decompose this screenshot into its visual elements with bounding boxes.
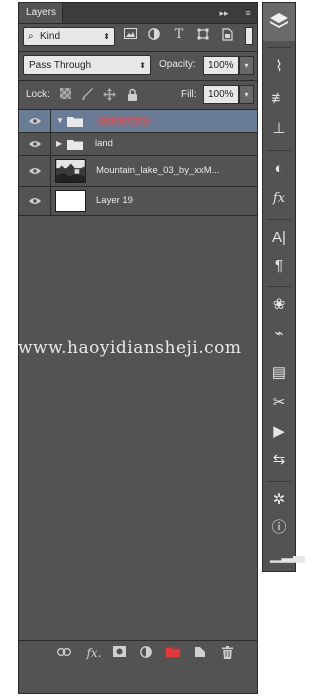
panel-dock: ⌇ ≢ ⊥ ◐ fx A| ¶ ❀ ⌁ ▤ ✂ ▶ ⇆ ✲ ⓘ ▁▂▃	[262, 2, 305, 572]
color-icon[interactable]: ❀	[270, 296, 288, 314]
eye-icon	[29, 168, 41, 174]
info-icon[interactable]: ▤	[270, 364, 288, 382]
eye-icon	[29, 198, 41, 204]
histogram-icon[interactable]: ▁▂▃	[270, 546, 305, 564]
add-mask-icon[interactable]	[112, 646, 126, 660]
adjustment-filter-icon[interactable]	[147, 28, 161, 42]
opacity-label: Opacity:	[159, 59, 196, 70]
layer-row-promontory[interactable]: ▼ promontory	[19, 110, 257, 133]
opacity-field[interactable]: 100%	[203, 56, 239, 75]
opacity-slider-arrow-icon[interactable]: ▾	[239, 56, 254, 75]
shape-filter-icon[interactable]	[196, 28, 210, 42]
character-icon[interactable]: A|	[270, 229, 288, 247]
visibility-cell[interactable]	[19, 110, 51, 132]
fx-icon[interactable]: fx.	[85, 646, 103, 660]
layers-icon[interactable]	[270, 13, 288, 31]
fill-field[interactable]: 100%	[203, 85, 239, 104]
brush-presets-icon[interactable]: ≢	[270, 90, 288, 108]
link-layers-icon[interactable]	[57, 646, 71, 660]
tab-layers[interactable]: Layers	[19, 3, 63, 23]
navigator-icon[interactable]: ✲	[270, 491, 288, 509]
brushes-icon[interactable]: ⌇	[270, 58, 288, 76]
visibility-cell[interactable]	[19, 187, 51, 215]
eye-icon	[29, 141, 41, 147]
visibility-cell[interactable]	[19, 133, 51, 155]
adjustments-icon[interactable]: ◐	[270, 160, 288, 178]
smart-object-filter-icon[interactable]	[220, 28, 234, 42]
new-group-icon[interactable]	[165, 644, 181, 660]
expand-triangle-icon[interactable]: ▼	[56, 116, 64, 126]
filter-kind-dropdown[interactable]: ⌕ Kind ⬍	[23, 27, 115, 46]
actions-icon[interactable]: ▶	[270, 423, 288, 441]
lock-all-icon[interactable]	[126, 88, 139, 101]
divider	[267, 481, 291, 482]
eye-icon	[29, 118, 41, 124]
lock-position-icon[interactable]	[103, 88, 116, 101]
tool-presets-icon[interactable]: ✂	[270, 394, 288, 412]
panel-menu-button[interactable]: ≡	[241, 6, 255, 20]
divider	[19, 51, 257, 52]
expand-triangle-icon[interactable]: ▶	[56, 139, 62, 149]
paths-icon[interactable]: ⌁	[270, 325, 288, 343]
image-filter-icon[interactable]	[123, 28, 137, 42]
layer-name[interactable]: Mountain_lake_03_by_xxM...	[96, 165, 220, 177]
layer-row-land[interactable]: ▶ land	[19, 133, 257, 156]
history-icon[interactable]: ⇆	[270, 451, 288, 469]
panel-tab-bar: Layers ▸▸ ≡	[19, 3, 257, 24]
lock-image-pixels-icon[interactable]	[81, 88, 94, 101]
properties-icon[interactable]: ⓘ	[270, 519, 288, 537]
clone-source-icon[interactable]: ⊥	[270, 120, 288, 138]
layer-row-layer-19[interactable]: Layer 19	[19, 187, 257, 216]
layer-row-mountain-lake[interactable]: Mountain_lake_03_by_xxM...	[19, 156, 257, 187]
collapse-panel-button[interactable]: ▸▸	[217, 6, 231, 20]
search-icon: ⌕	[28, 31, 34, 42]
fill-label: Fill:	[181, 89, 197, 100]
fill-slider-arrow-icon[interactable]: ▾	[239, 85, 254, 104]
folder-icon	[67, 117, 83, 127]
delete-icon[interactable]	[220, 646, 234, 660]
layer-thumbnail[interactable]	[55, 159, 86, 183]
blend-mode-dropdown[interactable]: Pass Through ⬍	[23, 55, 151, 75]
divider	[19, 80, 257, 81]
layer-name[interactable]: promontory	[95, 115, 154, 127]
lock-label: Lock:	[26, 89, 50, 100]
divider	[267, 219, 291, 220]
blend-mode-value: Pass Through	[29, 60, 92, 71]
visibility-cell[interactable]	[19, 156, 51, 186]
divider	[267, 47, 291, 48]
type-filter-icon[interactable]: T	[172, 28, 186, 42]
paragraph-icon[interactable]: ¶	[270, 257, 288, 275]
folder-icon	[67, 140, 83, 150]
filter-kind-label: Kind	[40, 31, 61, 42]
divider	[267, 286, 291, 287]
adjustment-layer-icon[interactable]	[139, 646, 153, 660]
layer-name[interactable]: land	[95, 138, 113, 150]
dropdown-arrows-icon: ⬍	[103, 32, 110, 41]
layers-bottom-bar: fx.	[19, 640, 257, 665]
divider	[267, 150, 291, 151]
filter-toggle-switch[interactable]	[245, 27, 253, 45]
dropdown-arrows-icon: ⬍	[139, 61, 146, 70]
lock-transparent-pixels-icon[interactable]	[59, 88, 72, 101]
layer-name[interactable]: Layer 19	[96, 195, 133, 207]
styles-icon[interactable]: fx	[270, 190, 288, 208]
new-layer-icon[interactable]	[193, 646, 207, 660]
watermark: www.haoyidiansheji.com	[18, 338, 242, 358]
layer-thumbnail[interactable]	[55, 190, 86, 212]
